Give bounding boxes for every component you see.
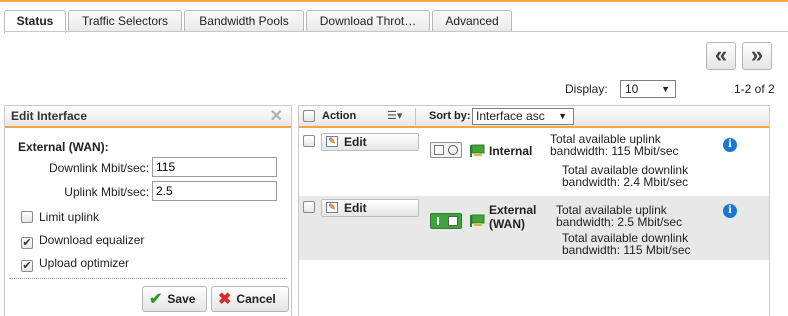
dropdown-arrow-icon: ▼ [558, 111, 567, 121]
tab-advanced[interactable]: Advanced [432, 10, 512, 32]
uplink-line2: bandwidth: 115 Mbit/sec [550, 144, 679, 158]
double-chevron-right-icon: » [750, 42, 764, 67]
display-label: Display: [565, 82, 608, 96]
interface-grid: Action ☰▾ Sort by: Interface asc ▼ ✎ Edi… [298, 105, 770, 316]
tab-bar-divider [4, 31, 788, 32]
interface-name-line2: (WAN) [489, 217, 525, 231]
edit-interface-header: Edit Interface ✕ [5, 106, 291, 128]
cancel-button-label: Cancel [236, 292, 276, 306]
next-page-button[interactable]: » [742, 42, 772, 70]
toggle-knob [434, 145, 444, 155]
limit-uplink-row[interactable]: Limit uplink [21, 210, 99, 226]
downlink-bandwidth-text: Total available downlink bandwidth: 115 … [562, 232, 691, 256]
row-checkbox[interactable] [303, 201, 315, 213]
top-accent-line [0, 0, 788, 2]
cancel-button[interactable]: ✖ Cancel [211, 286, 289, 312]
checkmark-icon: ✔ [22, 237, 32, 249]
tab-bandwidth-pools[interactable]: Bandwidth Pools [184, 10, 304, 32]
upload-optimizer-checkbox[interactable]: ✔ [21, 260, 33, 272]
uplink-bandwidth-text: Total available uplink bandwidth: 2.5 Mb… [556, 204, 682, 228]
downlink-line2: bandwidth: 115 Mbit/sec [562, 243, 691, 257]
sort-select-value: Interface asc [476, 109, 545, 123]
toggle-off-indicator [448, 145, 458, 155]
download-equalizer-checkbox[interactable]: ✔ [21, 237, 33, 249]
row-checkbox[interactable] [303, 135, 315, 147]
select-all-checkbox[interactable] [303, 110, 315, 122]
page-range-text: 1-2 of 2 [734, 82, 775, 96]
edit-button-label: Edit [344, 135, 367, 149]
sort-select[interactable]: Interface asc ▼ [472, 108, 574, 125]
interface-name-line1: Internal [489, 144, 533, 158]
interface-toggle[interactable] [430, 142, 462, 158]
sort-by-label: Sort by: [429, 110, 471, 122]
interface-name-line1: External [489, 203, 537, 217]
download-equalizer-row[interactable]: ✔ Download equalizer [21, 233, 144, 249]
interface-section-title: External (WAN): [18, 140, 109, 154]
uplink-input[interactable] [152, 181, 277, 201]
checkmark-icon: ✔ [149, 291, 163, 308]
downlink-label: Downlink Mbit/sec: [48, 161, 149, 175]
dropdown-arrow-icon: ▼ [661, 84, 670, 94]
table-row: ✎ Edit External (WAN) Total available up… [299, 196, 769, 260]
save-button[interactable]: ✔ Save [142, 286, 207, 312]
uplink-label: Uplink Mbit/sec: [64, 185, 149, 199]
tab-status[interactable]: Status [4, 10, 66, 33]
info-icon[interactable]: i [723, 204, 737, 218]
interface-name: External (WAN) [489, 203, 536, 231]
action-column-header: Action [322, 110, 357, 122]
save-button-label: Save [167, 292, 196, 306]
edit-button[interactable]: ✎ Edit [321, 133, 419, 151]
prev-page-button[interactable]: « [706, 42, 736, 70]
panel-divider [9, 278, 287, 279]
downlink-line2: bandwidth: 2.4 Mbit/sec [562, 175, 689, 189]
network-card-icon [470, 214, 485, 227]
downlink-bandwidth-text: Total available downlink bandwidth: 2.4 … [562, 164, 688, 188]
uplink-line2: bandwidth: 2.5 Mbit/sec [556, 215, 683, 229]
display-count-select[interactable]: 10 ▼ [620, 80, 676, 98]
table-row: ✎ Edit Internal Total available uplink b… [299, 130, 769, 196]
interface-name: Internal [489, 144, 532, 158]
limit-uplink-checkbox[interactable] [21, 211, 33, 223]
edit-button-label: Edit [344, 201, 367, 215]
upload-optimizer-row[interactable]: ✔ Upload optimizer [21, 256, 129, 272]
limit-uplink-label: Limit uplink [39, 210, 100, 224]
edit-button[interactable]: ✎ Edit [321, 199, 419, 217]
tab-download-throttling[interactable]: Download Throt… [306, 10, 430, 32]
edit-icon: ✎ [326, 136, 338, 147]
toggle-on-indicator [437, 217, 439, 225]
display-count-value: 10 [625, 82, 639, 96]
downlink-input[interactable] [152, 157, 277, 177]
download-equalizer-label: Download equalizer [39, 233, 145, 247]
edit-icon: ✎ [326, 202, 338, 213]
interface-toggle[interactable] [430, 213, 462, 229]
toggle-knob [448, 216, 458, 226]
grid-header: Action ☰▾ Sort by: Interface asc ▼ [299, 106, 769, 128]
upload-optimizer-label: Upload optimizer [39, 256, 130, 270]
uplink-bandwidth-text: Total available uplink bandwidth: 115 Mb… [550, 133, 679, 157]
tab-traffic-selectors[interactable]: Traffic Selectors [68, 10, 182, 32]
close-icon: ✖ [218, 291, 232, 308]
checkmark-icon: ✔ [22, 260, 32, 272]
close-icon[interactable]: ✕ [270, 106, 283, 127]
column-menu-icon[interactable]: ☰▾ [387, 109, 402, 122]
double-chevron-left-icon: « [714, 42, 728, 67]
edit-interface-panel: Edit Interface ✕ External (WAN): Downlin… [4, 105, 292, 316]
header-separator [415, 108, 416, 125]
info-icon[interactable]: i [723, 138, 737, 152]
network-card-icon [470, 144, 485, 157]
edit-interface-title: Edit Interface [11, 109, 88, 123]
